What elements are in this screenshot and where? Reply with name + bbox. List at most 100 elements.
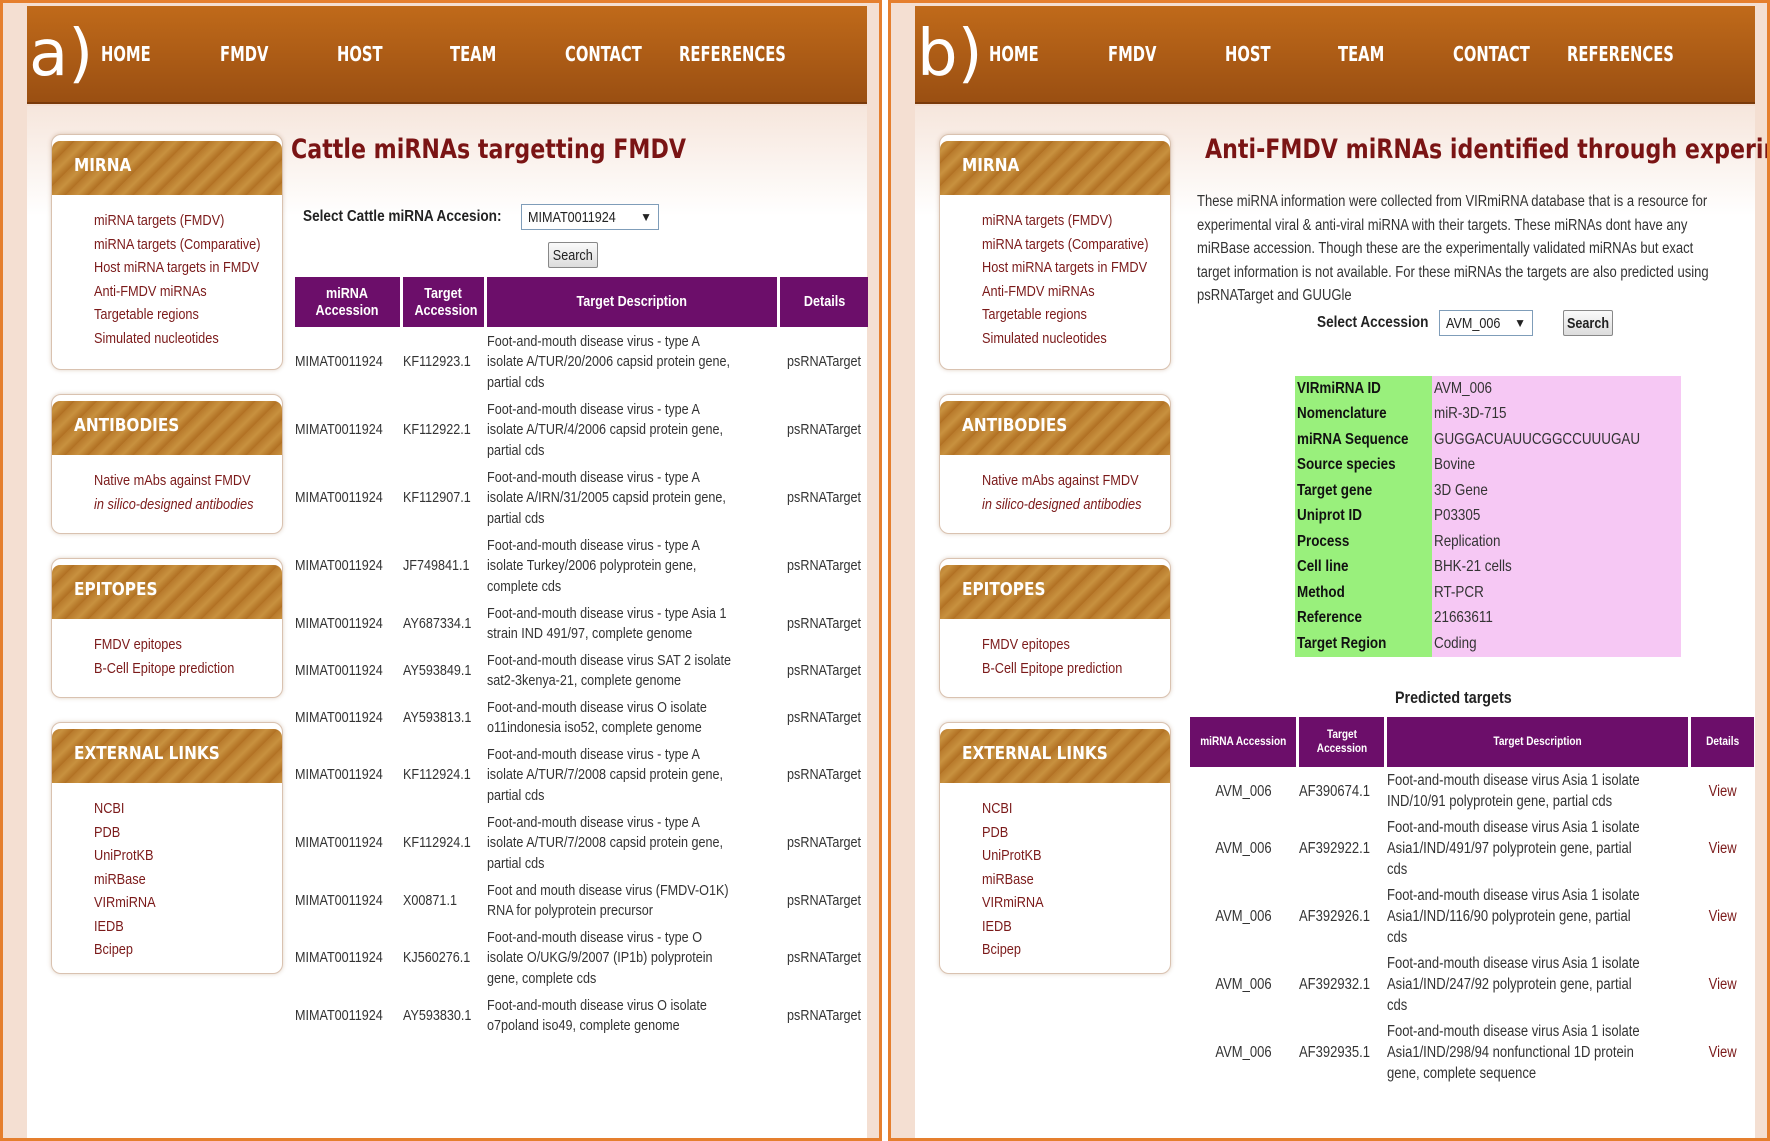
sidebar-link[interactable]: Bcipep <box>982 938 1170 962</box>
sidebar-box-external: EXTERNAL LINKS NCBI PDB UniProtKB miRBas… <box>51 722 283 974</box>
nav-fmdv[interactable]: FMDV <box>1108 42 1156 66</box>
target-accession-cell: AF392926.1 <box>1299 908 1371 926</box>
sidebar-link[interactable]: IEDB <box>982 915 1170 939</box>
sidebar-heading: MIRNA <box>52 141 282 195</box>
detail-row: VIRmiRNA ID AVM_006 <box>1295 376 1682 402</box>
search-button[interactable]: Search <box>548 242 598 268</box>
table-row: MIMAT0011924 KF112923.1 Foot-and-mouth dis… <box>295 330 868 395</box>
view-link[interactable]: View <box>1691 885 1754 950</box>
sidebar-link[interactable]: FMDV epitopes <box>94 633 282 657</box>
details-link[interactable]: psRNATarget <box>780 926 868 991</box>
details-link[interactable]: psRNATarget <box>780 398 868 463</box>
details-link[interactable]: psRNATarget <box>780 743 868 808</box>
nav-team[interactable]: TEAM <box>450 42 496 66</box>
predicted-targets-title: Predicted targets <box>1395 688 1512 707</box>
mirna-accession-cell: AVM_006 <box>1215 976 1272 994</box>
sidebar-link[interactable]: UniProtKB <box>94 844 282 868</box>
sidebar-link[interactable]: Targetable regions <box>982 303 1170 327</box>
sidebar-link[interactable]: VIRmiRNA <box>982 891 1170 915</box>
sidebar-link[interactable]: miRNA targets (Comparative) <box>94 233 282 257</box>
target-description-cell: Foot-and-mouth disease virus Asia 1 isol… <box>1386 819 1640 878</box>
column-header: Details <box>1690 717 1754 767</box>
select-label: Select Cattle miRNA Accesion: <box>303 208 502 225</box>
nav-home[interactable]: HOME <box>989 42 1039 66</box>
sidebar-link[interactable]: NCBI <box>94 797 282 821</box>
detail-row: Reference 21663611 <box>1295 605 1682 631</box>
sidebar-link[interactable]: Targetable regions <box>94 303 282 327</box>
sidebar-link[interactable]: miRNA targets (FMDV) <box>982 209 1170 233</box>
detail-key: Method <box>1295 580 1432 606</box>
sidebar-link[interactable]: Bcipep <box>94 938 282 962</box>
details-link[interactable]: psRNATarget <box>780 649 868 693</box>
mirna-accession-cell: AVM_006 <box>1215 782 1272 800</box>
detail-row: Cell line BHK-21 cells <box>1295 554 1682 580</box>
nav-host[interactable]: HOST <box>337 42 383 66</box>
sidebar-heading: EPITOPES <box>940 565 1170 619</box>
site-header: a) HOME FMDV HOST TEAM CONTACT REFERENCE… <box>27 6 867 104</box>
sidebar-link[interactable]: in silico-designed antibodies <box>982 493 1170 517</box>
nav-references[interactable]: REFERENCES <box>679 42 786 66</box>
sidebar-link[interactable]: PDB <box>94 821 282 845</box>
nav-references[interactable]: REFERENCES <box>1567 42 1674 66</box>
sidebar-link[interactable]: miRNA targets (FMDV) <box>94 209 282 233</box>
accession-select[interactable]: AVM_006 ▼ <box>1439 310 1533 336</box>
nav-contact[interactable]: CONTACT <box>565 42 642 66</box>
sidebar-link[interactable]: Simulated nucleotides <box>982 327 1170 351</box>
view-link[interactable]: View <box>1691 1021 1754 1086</box>
nav-team[interactable]: TEAM <box>1338 42 1384 66</box>
nav-fmdv[interactable]: FMDV <box>220 42 268 66</box>
target-description-cell: Foot-and-mouth disease virus O isolate o1… <box>486 698 707 736</box>
sidebar-link[interactable]: Anti-FMDV miRNAs <box>94 280 282 304</box>
detail-key: Reference <box>1295 605 1432 631</box>
sidebar-link[interactable]: B-Cell Epitope prediction <box>982 657 1170 681</box>
details-link[interactable]: psRNATarget <box>780 534 868 599</box>
sidebar-link[interactable]: Host miRNA targets in FMDV <box>94 256 282 280</box>
table-row: MIMAT0011924 AY687334.1 Foot-and-mouth dis… <box>295 602 868 646</box>
sidebar-link[interactable]: NCBI <box>982 797 1170 821</box>
content-area: MIRNA miRNA targets (FMDV) miRNA targets… <box>27 106 869 1138</box>
view-link[interactable]: View <box>1691 770 1754 814</box>
details-link[interactable]: psRNATarget <box>780 811 868 876</box>
sidebar-link[interactable]: in silico-designed antibodies <box>94 493 282 517</box>
sidebar-link[interactable]: Native mAbs against FMDV <box>982 469 1170 493</box>
sidebar-link[interactable]: miRBase <box>982 868 1170 892</box>
target-accession-cell: KF112924.1 <box>402 834 471 852</box>
sidebar-link[interactable]: B-Cell Epitope prediction <box>94 657 282 681</box>
details-link[interactable]: psRNATarget <box>780 994 868 1038</box>
view-link[interactable]: View <box>1691 817 1754 882</box>
nav-home[interactable]: HOME <box>101 42 151 66</box>
view-link[interactable]: View <box>1691 953 1754 1018</box>
mirna-detail-table: VIRmiRNA ID AVM_006 Nomenclature miR-3D-715… <box>1295 376 1682 657</box>
detail-key: Target Region <box>1295 631 1432 657</box>
details-link[interactable]: psRNATarget <box>780 879 868 923</box>
details-link[interactable]: psRNATarget <box>780 330 868 395</box>
sidebar-link[interactable]: UniProtKB <box>982 844 1170 868</box>
target-accession-cell: AY593813.1 <box>402 708 471 726</box>
select-label: Select Accession <box>1317 314 1429 331</box>
details-link[interactable]: psRNATarget <box>780 602 868 646</box>
sidebar-link[interactable]: Native mAbs against FMDV <box>94 469 282 493</box>
sidebar-link[interactable]: miRBase <box>94 868 282 892</box>
details-link[interactable]: psRNATarget <box>780 696 868 740</box>
sidebar-link[interactable]: VIRmiRNA <box>94 891 282 915</box>
nav-host[interactable]: HOST <box>1225 42 1271 66</box>
sidebar-link[interactable]: FMDV epitopes <box>982 633 1170 657</box>
content-area: MIRNA miRNA targets (FMDV) miRNA targets… <box>915 106 1767 1138</box>
sidebar-link[interactable]: Host miRNA targets in FMDV <box>982 256 1170 280</box>
search-button[interactable]: Search <box>1563 310 1613 336</box>
column-header: miRNA Accession <box>1190 717 1297 767</box>
sidebar-link[interactable]: PDB <box>982 821 1170 845</box>
table-row: MIMAT0011924 AY593813.1 Foot-and-mouth dis… <box>295 696 868 740</box>
accession-select[interactable]: MIMAT0011924 ▼ <box>521 204 659 230</box>
details-link[interactable]: psRNATarget <box>780 466 868 531</box>
detail-row: Uniprot ID P03305 <box>1295 503 1682 529</box>
sidebar-link[interactable]: miRNA targets (Comparative) <box>982 233 1170 257</box>
detail-value: 3D Gene <box>1431 478 1682 504</box>
sidebar-link[interactable]: Simulated nucleotides <box>94 327 282 351</box>
sidebar-link[interactable]: IEDB <box>94 915 282 939</box>
sidebar-heading: EPITOPES <box>52 565 282 619</box>
sidebar-box-mirna: MIRNA miRNA targets (FMDV) miRNA targets… <box>939 134 1171 370</box>
sidebar-link[interactable]: Anti-FMDV miRNAs <box>982 280 1170 304</box>
nav-contact[interactable]: CONTACT <box>1453 42 1530 66</box>
detail-key: Uniprot ID <box>1295 503 1432 529</box>
